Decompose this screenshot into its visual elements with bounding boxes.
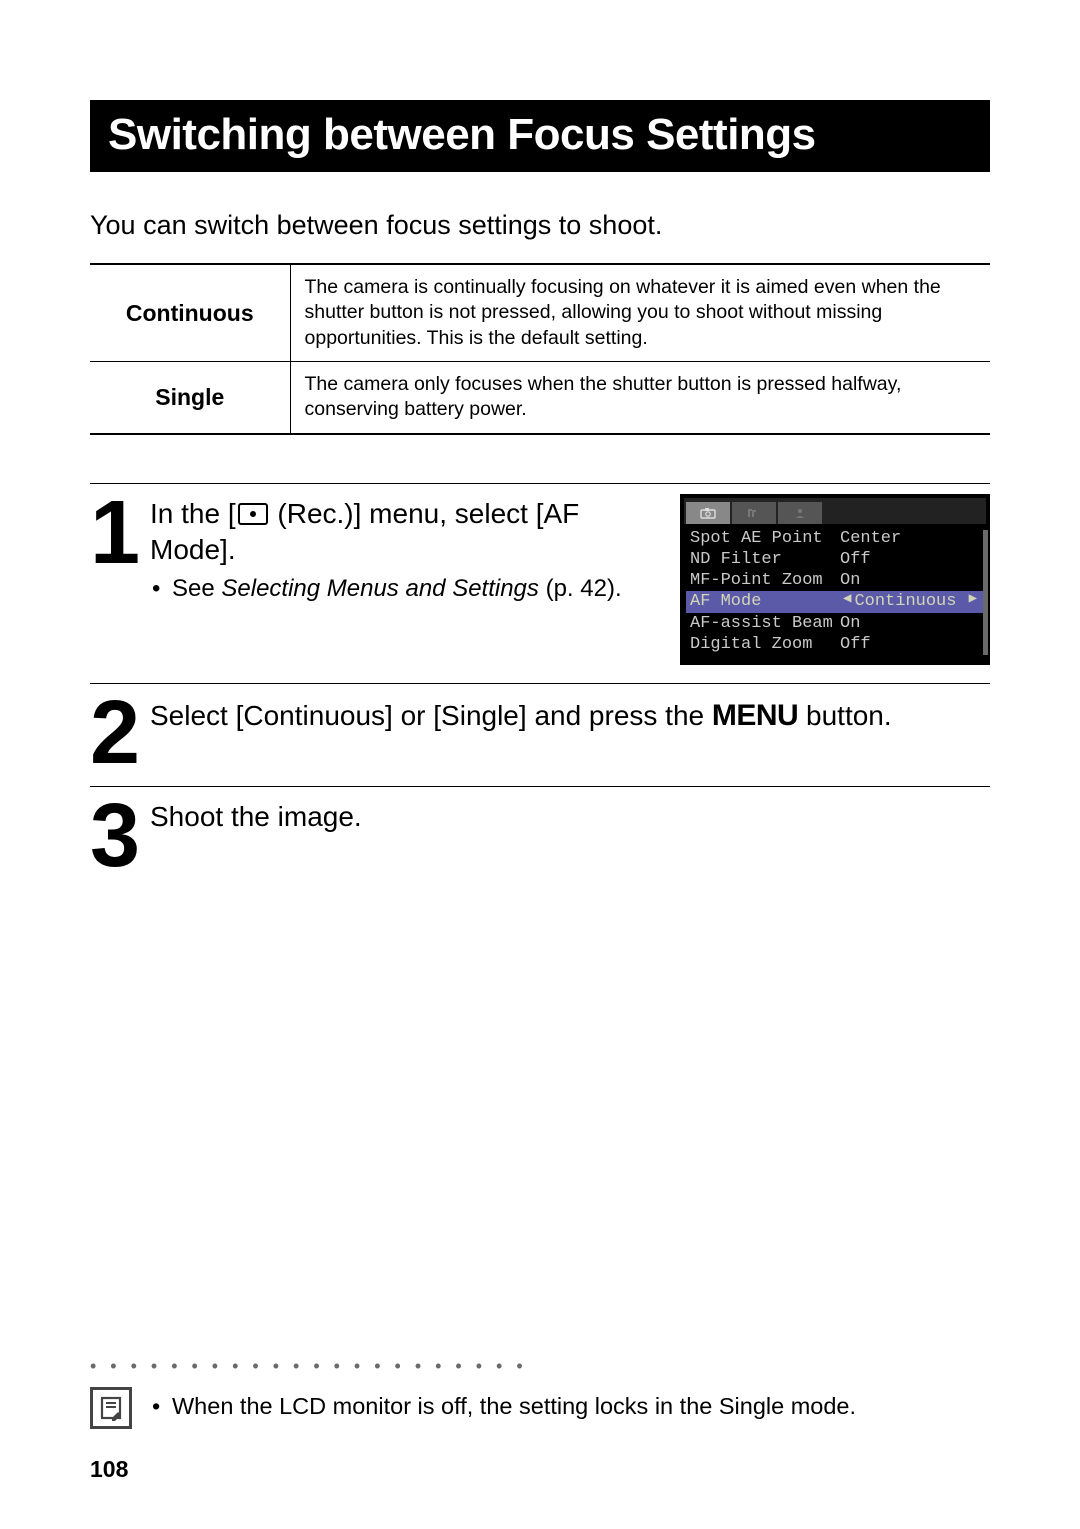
lcd-value: Center	[840, 528, 901, 549]
lcd-value: On	[840, 613, 860, 634]
table-row: Single The camera only focuses when the …	[90, 362, 990, 434]
step-heading: In the [ (Rec.)] menu, select [AF Mode].	[150, 496, 670, 569]
lcd-key: Spot AE Point	[690, 528, 840, 549]
step-number: 1	[90, 494, 150, 568]
step-heading: Select [Continuous] or [Single] and pres…	[150, 696, 990, 735]
menu-button-label: MENU	[712, 699, 798, 732]
lcd-value: On	[840, 570, 860, 591]
lcd-row: Digital ZoomOff	[690, 634, 980, 655]
lcd-row-highlighted: AF Mode◀Continuous ▶	[686, 591, 984, 612]
lcd-key: AF-assist Beam	[690, 613, 840, 634]
text: See	[172, 575, 221, 602]
lcd-row: ND FilterOff	[690, 549, 980, 570]
lcd-body: Spot AE PointCenter ND FilterOff MF-Poin…	[684, 524, 986, 662]
triangle-left-icon: ◀	[840, 591, 854, 612]
tools-tab-icon	[732, 502, 776, 524]
lcd-key: AF Mode	[690, 591, 840, 612]
lcd-scrollbar	[983, 530, 988, 656]
intro-text: You can switch between focus settings to…	[90, 210, 990, 241]
text: (p. 42).	[539, 575, 622, 602]
lcd-preview: Spot AE PointCenter ND FilterOff MF-Poin…	[680, 494, 990, 666]
page-title: Switching between Focus Settings	[90, 100, 990, 172]
text: In the [	[150, 498, 236, 529]
dot-separator: ••••••••••••••••••••••	[90, 1356, 990, 1377]
step-heading: Shoot the image.	[150, 799, 990, 835]
modes-table: Continuous The camera is continually foc…	[90, 263, 990, 435]
step-number: 3	[90, 797, 150, 871]
step-2: 2 Select [Continuous] or [Single] and pr…	[90, 683, 990, 768]
text: button.	[798, 700, 891, 731]
mode-desc: The camera only focuses when the shutter…	[290, 362, 990, 434]
footnote-area: •••••••••••••••••••••• When the LCD moni…	[90, 1356, 990, 1429]
text: Select [Continuous] or [Single] and pres…	[150, 700, 712, 731]
mode-name: Continuous	[90, 264, 290, 362]
lcd-row: MF-Point ZoomOn	[690, 570, 980, 591]
lcd-key: Digital Zoom	[690, 634, 840, 655]
step-3: 3 Shoot the image.	[90, 786, 990, 871]
lcd-value: Off	[840, 634, 871, 655]
text-italic: Selecting Menus and Settings	[221, 575, 539, 602]
lcd-value: Continuous	[854, 591, 956, 612]
lcd-row: Spot AE PointCenter	[690, 528, 980, 549]
lcd-key: ND Filter	[690, 549, 840, 570]
page-number: 108	[90, 1456, 128, 1483]
lcd-value: Off	[840, 549, 871, 570]
triangle-right-icon: ▶	[966, 591, 980, 609]
memo-icon	[90, 1387, 132, 1429]
step-number: 2	[90, 694, 150, 768]
footnote-text: When the LCD monitor is off, the setting…	[150, 1387, 856, 1420]
lcd-tabs	[684, 498, 986, 524]
lcd-row: AF-assist BeamOn	[690, 613, 980, 634]
table-row: Continuous The camera is continually foc…	[90, 264, 990, 362]
step-1: 1 In the [ (Rec.)] menu, select [AF Mode…	[90, 483, 990, 666]
lcd-key: MF-Point Zoom	[690, 570, 840, 591]
camera-rec-icon	[238, 503, 268, 525]
mode-desc: The camera is continually focusing on wh…	[290, 264, 990, 362]
camera-tab-icon	[686, 502, 730, 524]
step-subtext: See Selecting Menus and Settings (p. 42)…	[150, 575, 670, 603]
person-tab-icon	[778, 502, 822, 524]
mode-name: Single	[90, 362, 290, 434]
